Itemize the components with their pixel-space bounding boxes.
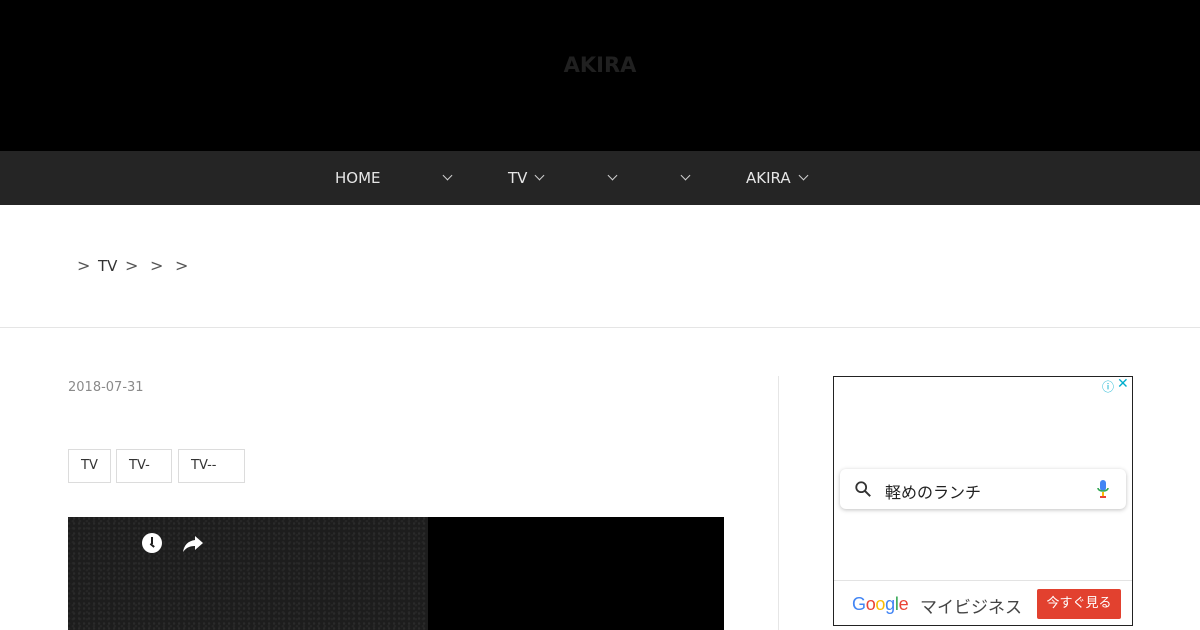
- global-nav: HOME TV AKIRA: [0, 151, 1200, 205]
- video-thumbnail[interactable]: [68, 517, 428, 630]
- nav-item-tv[interactable]: TV: [508, 151, 527, 205]
- close-icon[interactable]: ✕: [1117, 376, 1129, 392]
- google-logo: Google: [852, 594, 909, 615]
- tag-tv-3[interactable]: TV--: [178, 449, 245, 483]
- logo-letter: e: [898, 594, 909, 614]
- nav-item-home[interactable]: HOME: [335, 151, 381, 205]
- chevron-down-icon: [442, 170, 453, 181]
- share-icon[interactable]: [181, 531, 205, 555]
- breadcrumb-separator: >: [125, 256, 139, 275]
- video-embed[interactable]: [68, 517, 724, 630]
- nav-item-5[interactable]: [658, 151, 678, 205]
- ad-search-box[interactable]: 軽めのランチ: [840, 469, 1126, 509]
- breadcrumb: > TV > > >: [0, 205, 1200, 328]
- sidebar-ad[interactable]: ⓘ ✕ 軽めのランチ Google マイビジネス 今すぐ見る: [833, 376, 1133, 626]
- microphone-icon[interactable]: [1096, 479, 1110, 499]
- column-divider: [778, 376, 779, 630]
- logo-letter: G: [852, 594, 866, 614]
- chevron-down-icon: [680, 170, 691, 181]
- search-icon: [855, 481, 871, 497]
- logo-letter: o: [865, 594, 876, 614]
- nav-item-2[interactable]: [420, 151, 440, 205]
- site-title[interactable]: AKIRA: [0, 50, 1200, 82]
- post-date: 2018-07-31: [68, 380, 144, 395]
- info-icon[interactable]: ⓘ: [1102, 378, 1114, 395]
- breadcrumb-separator: >: [150, 256, 164, 275]
- ad-brand-text: マイビジネス: [920, 598, 1022, 618]
- chevron-down-icon: [607, 170, 618, 181]
- chevron-down-icon: [534, 170, 545, 181]
- nav-item-4[interactable]: [585, 151, 605, 205]
- site-header: AKIRA: [0, 0, 1200, 151]
- ad-footer: Google マイビジネス 今すぐ見る: [834, 580, 1132, 625]
- chevron-down-icon: [798, 170, 809, 181]
- breadcrumb-separator: >: [77, 256, 91, 275]
- site-title-line1[interactable]: AKIRA: [564, 53, 637, 77]
- breadcrumb-separator: >: [175, 256, 189, 275]
- logo-letter: o: [875, 594, 886, 614]
- ad-cta-button[interactable]: 今すぐ見る: [1037, 589, 1121, 619]
- tag-tv-2[interactable]: TV-: [116, 449, 172, 483]
- tag-tv[interactable]: TV: [68, 449, 111, 483]
- nav-item-akira[interactable]: AKIRA: [746, 151, 791, 205]
- watch-later-icon[interactable]: [142, 533, 162, 553]
- ad-search-text: 軽めのランチ: [885, 483, 982, 502]
- logo-letter: g: [885, 594, 895, 614]
- breadcrumb-item-tv[interactable]: TV: [98, 257, 117, 275]
